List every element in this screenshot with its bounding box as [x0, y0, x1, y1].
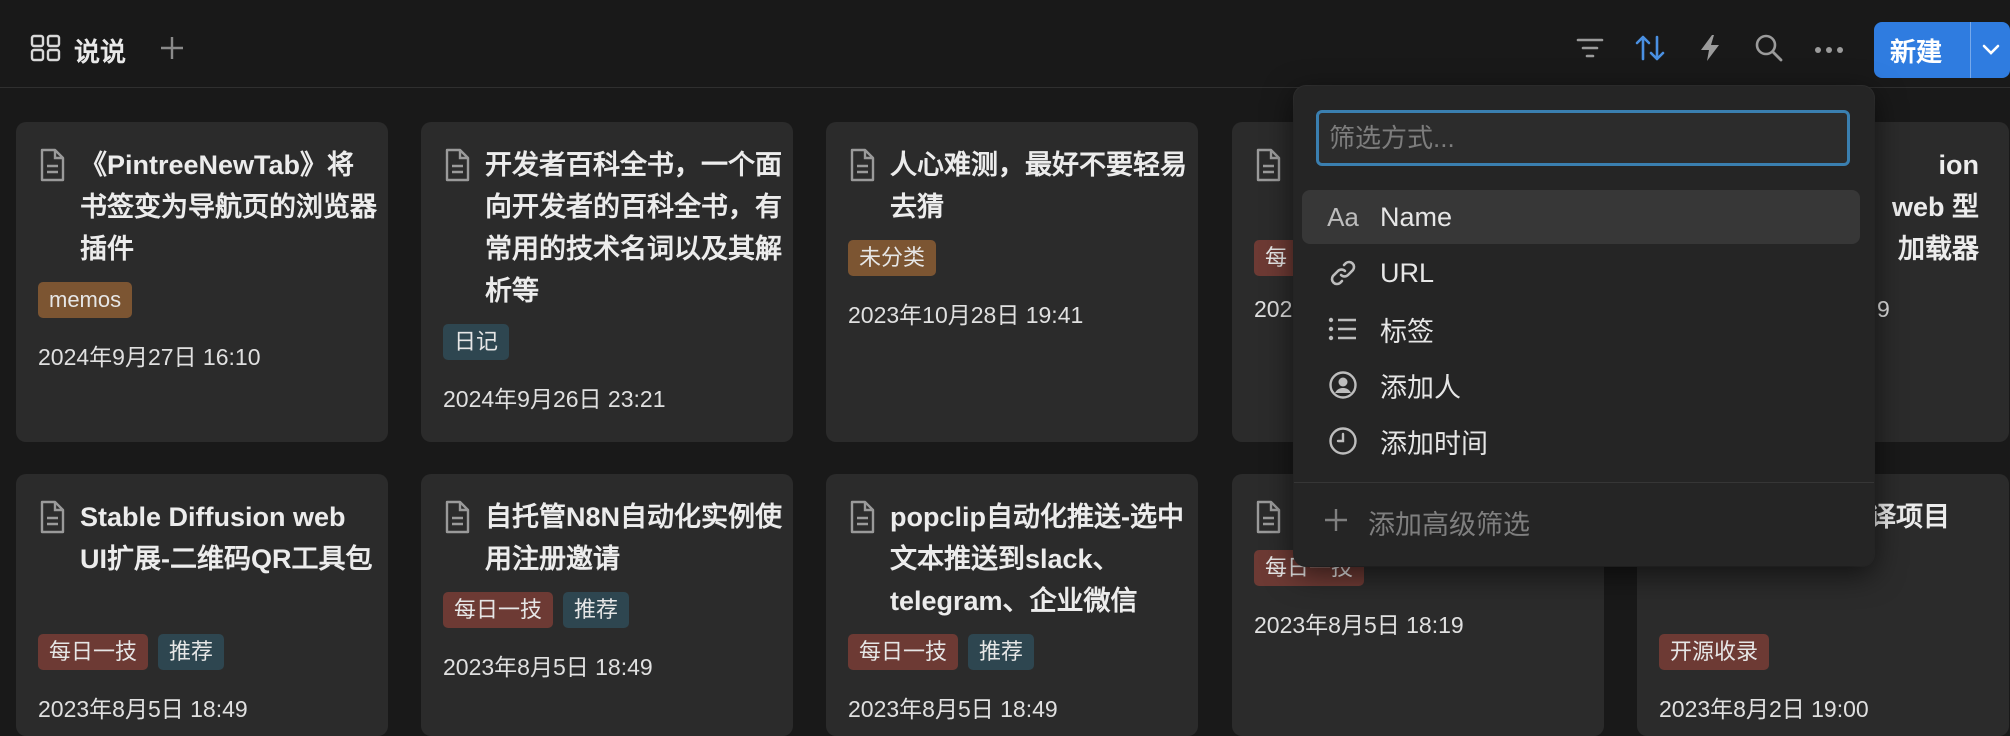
- tag-badge: 开源收录: [1659, 634, 1770, 670]
- chevron-down-icon[interactable]: [1971, 43, 2010, 57]
- card-date: 2023年8月5日 18:49: [38, 696, 248, 722]
- view-tab-gallery[interactable]: 说说: [30, 30, 126, 70]
- tag-badge: 每日一技: [443, 592, 554, 628]
- tag-badge: memos: [38, 282, 133, 318]
- gallery-card[interactable]: 《PintreeNewTab》将书签变为导航页的浏览器插件 memos 2024…: [16, 122, 388, 442]
- card-title: ion web 型加载器: [1891, 150, 1979, 264]
- tag-badge: 未分类: [848, 240, 937, 276]
- tag-badge: 每日一技: [848, 634, 959, 670]
- filter-option-tags[interactable]: 标签: [1302, 302, 1860, 356]
- filter-button[interactable]: [1568, 28, 1612, 72]
- more-button[interactable]: [1807, 28, 1851, 72]
- tag-badge: 推荐: [968, 634, 1035, 670]
- filter-option-name[interactable]: Aa Name: [1302, 190, 1860, 244]
- person-icon: [1314, 370, 1372, 400]
- add-advanced-filter[interactable]: 添加高级筛选: [1322, 500, 1530, 544]
- card-date: 2023年8月5日 18:49: [848, 696, 1058, 722]
- card-title: 人心难测，最好不要轻易去猜: [890, 150, 1187, 222]
- clock-icon: [1314, 426, 1372, 456]
- filter-option-created-time[interactable]: 添加时间: [1302, 414, 1860, 468]
- link-icon: [1314, 258, 1372, 288]
- card-date: 2023年8月5日 18:19: [1254, 612, 1464, 638]
- card-date: 202: [1254, 296, 1293, 322]
- top-bar: 说说 新建: [0, 0, 2010, 88]
- card-date: 2023年10月28日 19:41: [848, 302, 1084, 328]
- gallery-icon: [30, 34, 62, 67]
- gallery-card[interactable]: popclip自动化推送-选中文本推送到slack、telegram、企业微信 …: [826, 474, 1198, 736]
- menu-divider: [1294, 482, 1874, 483]
- document-icon: [38, 144, 80, 270]
- document-icon: [848, 144, 890, 228]
- text-aa-icon: Aa: [1327, 201, 1359, 232]
- more-icon: [1814, 41, 1844, 59]
- search-button[interactable]: [1747, 28, 1791, 72]
- gallery-card[interactable]: 自托管N8N自动化实例使用注册邀请 每日一技 推荐 2023年8月5日 18:4…: [421, 474, 793, 736]
- lightning-icon: [1698, 33, 1722, 68]
- card-date: 2024年9月26日 23:21: [443, 386, 666, 412]
- search-icon: [1754, 33, 1784, 68]
- view-tab-label: 说说: [74, 36, 127, 67]
- plus-icon: [158, 34, 186, 67]
- tag-badge: 每: [1254, 240, 1299, 276]
- filter-search-input[interactable]: [1316, 110, 1850, 166]
- card-title: 《PintreeNewTab》将书签变为导航页的浏览器插件: [80, 150, 377, 264]
- document-icon: [848, 496, 890, 622]
- tag-badge: 推荐: [563, 592, 630, 628]
- card-date: 2023年8月2日 19:00: [1659, 696, 1869, 722]
- sort-button[interactable]: [1628, 28, 1672, 72]
- filter-option-label: 添加时间: [1380, 428, 1488, 459]
- tag-badge: 推荐: [158, 634, 225, 670]
- new-button[interactable]: 新建: [1874, 22, 2010, 78]
- filter-option-label: Name: [1380, 201, 1453, 232]
- document-icon: [1254, 496, 1296, 539]
- card-date: 2024年9月27日 16:10: [38, 344, 261, 370]
- card-date: 9: [1877, 296, 1890, 322]
- tag-badge: 日记: [443, 324, 510, 360]
- filter-icon: [1575, 35, 1605, 66]
- filter-option-created-by[interactable]: 添加人: [1302, 358, 1860, 412]
- filter-dropdown: Aa Name URL 标签 添加人 添加时间 添加高级筛选: [1294, 86, 1874, 566]
- card-title: popclip自动化推送-选中文本推送到slack、telegram、企业微信: [890, 502, 1184, 616]
- card-date: 2023年8月5日 18:49: [443, 654, 653, 680]
- card-title: 开发者百科全书，一个面向开发者的百科全书，有常用的技术名词以及其解析等: [485, 150, 782, 306]
- add-advanced-filter-label: 添加高级筛选: [1368, 509, 1530, 540]
- filter-option-label: 标签: [1380, 316, 1434, 347]
- automation-button[interactable]: [1688, 28, 1732, 72]
- document-icon: [443, 144, 485, 312]
- plus-icon: [1322, 506, 1350, 539]
- list-icon: [1314, 317, 1372, 341]
- filter-option-url[interactable]: URL: [1302, 246, 1860, 300]
- tag-badge: 每日一技: [38, 634, 149, 670]
- document-icon: [38, 496, 80, 580]
- document-icon: [1254, 144, 1296, 187]
- document-icon: [443, 496, 485, 580]
- add-view-button[interactable]: [154, 30, 190, 70]
- sort-icon: [1634, 33, 1666, 68]
- card-title: 自托管N8N自动化实例使用注册邀请: [485, 502, 783, 574]
- gallery-card[interactable]: Stable Diffusion web UI扩展-二维码QR工具包 每日一技 …: [16, 474, 388, 736]
- card-title: Stable Diffusion web UI扩展-二维码QR工具包: [80, 502, 373, 574]
- gallery-card[interactable]: 开发者百科全书，一个面向开发者的百科全书，有常用的技术名词以及其解析等 日记 2…: [421, 122, 793, 442]
- filter-option-label: 添加人: [1380, 372, 1461, 403]
- gallery-card[interactable]: 人心难测，最好不要轻易去猜 未分类 2023年10月28日 19:41: [826, 122, 1198, 442]
- filter-option-label: URL: [1380, 257, 1435, 288]
- new-button-label: 新建: [1890, 36, 1943, 67]
